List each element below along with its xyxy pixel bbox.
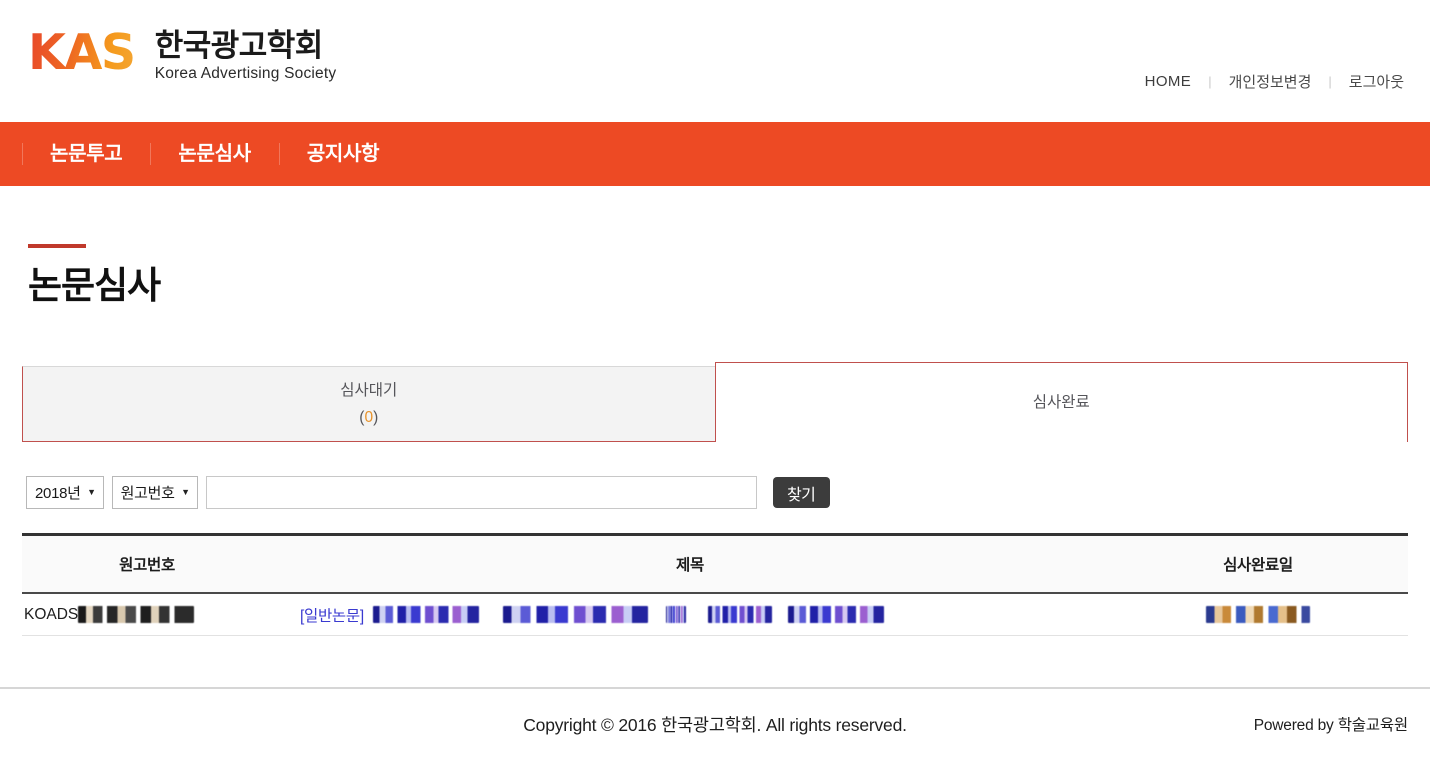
- review-results-table: 원고번호 제목 심사완료일 KOADS [일반논문]: [22, 533, 1408, 636]
- top-nav-separator-2: |: [1328, 74, 1332, 89]
- footer-copyright: Copyright © 2016 한국광고학회. All rights rese…: [523, 714, 907, 735]
- table-row[interactable]: KOADS [일반논문]: [22, 594, 1408, 636]
- paper-title-link[interactable]: [일반논문]: [300, 604, 364, 626]
- manuscript-no-prefix: KOADS: [24, 605, 79, 623]
- page-title: 논문심사: [28, 265, 161, 306]
- header-review-complete-date: 심사완료일: [1223, 557, 1293, 574]
- tab-pending-label: 심사대기: [340, 381, 398, 399]
- title-redacted-3: [665, 606, 686, 623]
- header-title: 제목: [676, 557, 704, 574]
- search-button[interactable]: 찾기: [772, 477, 830, 508]
- title-redacted-5: [787, 606, 884, 623]
- main-navigation: 논문투고 논문심사 공지사항: [0, 122, 1430, 186]
- logo-text-block: 한국광고학회 Korea Advertising Society: [155, 28, 337, 83]
- nav-item-notice[interactable]: 공지사항: [278, 122, 407, 186]
- tab-completed-review[interactable]: 심사완료: [714, 362, 1408, 442]
- site-footer: Copyright © 2016 한국광고학회. All rights rese…: [0, 687, 1430, 759]
- title-redacted-1: [372, 606, 479, 623]
- nav-item-review[interactable]: 논문심사: [150, 122, 278, 186]
- search-field-value: 원고번호: [120, 485, 175, 502]
- kas-logomark: KAS: [28, 28, 145, 77]
- year-select-value: 2018년: [35, 485, 81, 502]
- top-nav-profile-edit[interactable]: 개인정보변경: [1225, 71, 1316, 92]
- title-redacted-4: [707, 606, 772, 623]
- chevron-down-icon: ▼: [181, 487, 190, 497]
- cell-title: [일반논문]: [272, 604, 1108, 626]
- site-header: KAS 한국광고학회 Korea Advertising Society HOM…: [0, 0, 1430, 122]
- nav-item-submission[interactable]: 논문투고: [22, 122, 150, 186]
- top-nav-home[interactable]: HOME: [1141, 73, 1196, 90]
- review-status-tabs: 심사대기 (0) 심사완료: [22, 362, 1408, 442]
- tab-completed-label: 심사완료: [1032, 393, 1090, 411]
- search-keyword-input[interactable]: [205, 476, 757, 509]
- chevron-down-icon: ▼: [87, 487, 96, 497]
- top-nav-logout[interactable]: 로그아웃: [1345, 71, 1408, 92]
- review-date-redacted: [1206, 606, 1310, 623]
- cell-review-complete-date: [1108, 606, 1408, 623]
- tab-pending-count: (0): [359, 404, 378, 431]
- content-area: 논문심사 심사대기 (0) 심사완료 2018년 ▼ 원고번호 ▼ 찾기 원고번…: [0, 244, 1430, 636]
- title-redacted-2: [502, 606, 648, 623]
- search-field-select[interactable]: 원고번호 ▼: [111, 476, 198, 509]
- top-nav-separator-1: |: [1208, 74, 1212, 89]
- site-logo[interactable]: KAS 한국광고학회 Korea Advertising Society: [28, 28, 336, 83]
- count-paren-close: ): [373, 409, 379, 426]
- search-filter-bar: 2018년 ▼ 원고번호 ▼ 찾기: [22, 476, 1408, 509]
- count-value: 0: [364, 409, 374, 426]
- table-header-row: 원고번호 제목 심사완료일: [22, 536, 1408, 594]
- manuscript-no-redacted: [78, 606, 195, 623]
- page-root: KAS 한국광고학회 Korea Advertising Society HOM…: [0, 0, 1430, 759]
- logo-name-korean: 한국광고학회: [154, 28, 324, 63]
- logo-name-english: Korea Advertising Society: [154, 64, 337, 82]
- title-accent-rule: [28, 244, 86, 248]
- tab-pending-review[interactable]: 심사대기 (0): [22, 366, 716, 442]
- year-select[interactable]: 2018년 ▼: [26, 476, 104, 509]
- cell-manuscript-no: KOADS: [22, 606, 272, 624]
- page-title-block: 논문심사: [22, 244, 1408, 304]
- utility-nav: HOME | 개인정보변경 | 로그아웃: [1141, 71, 1408, 92]
- header-manuscript-no: 원고번호: [119, 557, 175, 574]
- footer-powered-by: Powered by 학술교육원: [1253, 717, 1408, 734]
